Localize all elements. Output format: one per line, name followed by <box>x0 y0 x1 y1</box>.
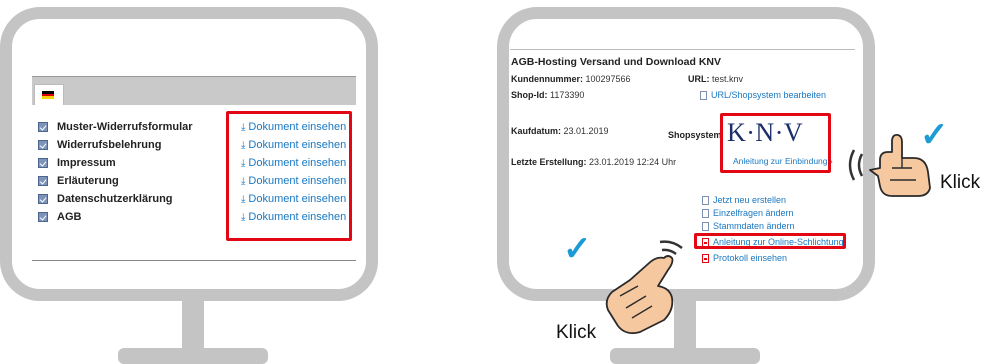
checkbox-icon <box>38 158 48 168</box>
pointing-hand-icon <box>605 240 683 335</box>
list-item: Datenschutzerklärung <box>38 190 173 208</box>
checkbox-icon <box>38 194 48 204</box>
change-master-data-link[interactable]: Stammdaten ändern <box>702 221 795 231</box>
checkmark-icon: ✓ <box>563 230 592 268</box>
highlight-box-dispute-guide <box>694 233 846 249</box>
document-list: Muster-Widerrufsformular Widerrufsbelehr… <box>38 118 228 238</box>
left-monitor-neck <box>182 300 204 350</box>
tab-german[interactable] <box>34 84 64 105</box>
change-questions-link[interactable]: Einzelfragen ändern <box>702 208 794 218</box>
create-now-link[interactable]: Jetzt neu erstellen <box>702 195 786 205</box>
purchase-date: Kaufdatum: 23.01.2019 <box>511 126 609 136</box>
checkbox-icon <box>38 212 48 222</box>
list-item: Impressum <box>38 154 116 172</box>
checkbox-icon <box>38 122 48 132</box>
list-item: AGB <box>38 208 81 226</box>
last-created: Letzte Erstellung: 23.01.2019 12:24 Uhr <box>511 157 677 167</box>
document-icon <box>702 221 709 231</box>
checkbox-icon <box>38 140 48 150</box>
klick-label-right: Klick <box>940 172 981 193</box>
divider-line <box>510 49 855 50</box>
pointing-hand-icon <box>848 133 931 197</box>
view-protocol-link[interactable]: Protokoll einsehen <box>702 253 787 263</box>
shopsystem-label: Shopsystem <box>668 130 722 140</box>
tab-bar <box>32 76 356 105</box>
shop-url: URL: test.knv <box>688 74 744 84</box>
left-monitor-base <box>118 348 268 364</box>
customer-number: Kundennummer: 100297566 <box>511 74 631 84</box>
document-icon <box>702 195 709 205</box>
highlight-box-documents <box>226 111 352 241</box>
document-icon <box>700 90 707 100</box>
german-flag-icon <box>42 91 54 99</box>
right-monitor-base <box>610 348 760 364</box>
pdf-icon <box>702 253 709 263</box>
divider-line <box>32 260 356 261</box>
page-title: AGB-Hosting Versand und Download KNV <box>511 56 722 68</box>
edit-url-link[interactable]: URL/Shopsystem bearbeiten <box>700 90 826 100</box>
shop-id: Shop-Id: 1173390 <box>511 90 585 100</box>
document-icon <box>702 208 709 218</box>
klick-label-bottom: Klick <box>556 322 597 343</box>
list-item: Muster-Widerrufsformular <box>38 118 193 136</box>
checkbox-icon <box>38 176 48 186</box>
list-item: Erläuterung <box>38 172 119 190</box>
list-item: Widerrufsbelehrung <box>38 136 161 154</box>
highlight-box-logo <box>720 113 831 173</box>
